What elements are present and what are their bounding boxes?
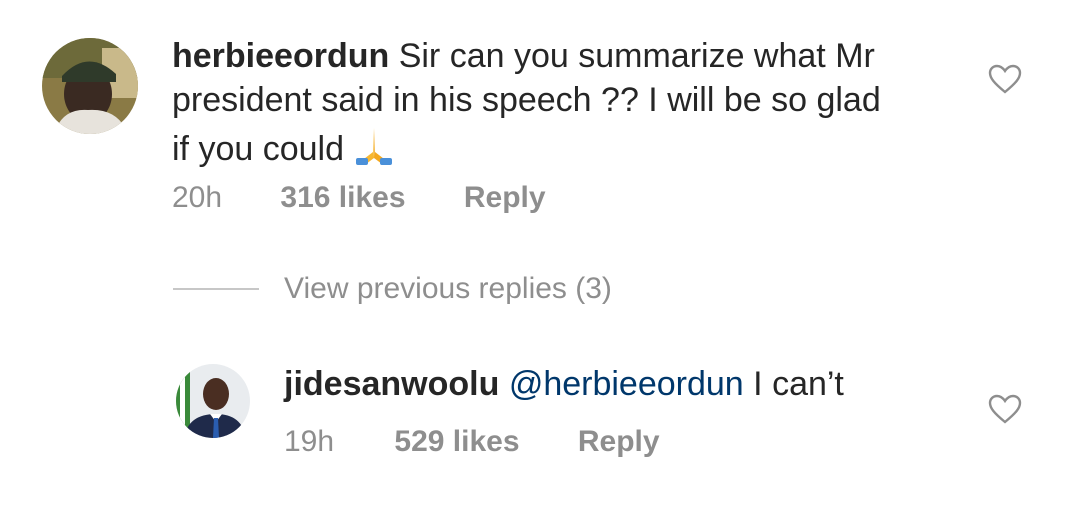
- comment-likes[interactable]: 316 likes: [280, 181, 405, 215]
- reply-meta: 19h 529 likes Reply: [284, 425, 660, 459]
- reply-mention-link[interactable]: @herbieeordun: [509, 365, 744, 403]
- reply-timestamp: 19h: [284, 425, 335, 458]
- view-previous-replies-button[interactable]: View previous replies (3): [284, 272, 612, 306]
- folded-hands-emoji: [352, 122, 396, 177]
- comment-body: herbieeordun Sir can you summarize what …: [172, 34, 972, 177]
- comment-reply-button[interactable]: Reply: [464, 181, 546, 215]
- like-heart-icon[interactable]: [988, 394, 1022, 424]
- like-heart-icon[interactable]: [988, 64, 1022, 94]
- comment-meta: 20h 316 likes Reply: [172, 181, 546, 215]
- comment-username[interactable]: herbieeordun: [172, 37, 389, 75]
- comment-timestamp: 20h: [172, 181, 223, 214]
- replies-divider: [173, 288, 259, 290]
- reply-reply-button[interactable]: Reply: [578, 425, 660, 459]
- avatar-herbieeordun[interactable]: [42, 38, 138, 134]
- comment-text-line-1: Sir can you summarize what Mr: [398, 37, 875, 75]
- comment-text-line-2: president said in his speech ?? I will b…: [172, 81, 881, 119]
- reply-username[interactable]: jidesanwoolu: [284, 365, 499, 403]
- avatar-jidesanwoolu[interactable]: [176, 364, 250, 438]
- reply-likes[interactable]: 529 likes: [394, 425, 519, 459]
- comment-text-line-3: if you could: [172, 130, 344, 168]
- reply-body: jidesanwoolu @herbieeordun I can’t: [284, 362, 984, 406]
- reply-text: I can’t: [753, 365, 844, 403]
